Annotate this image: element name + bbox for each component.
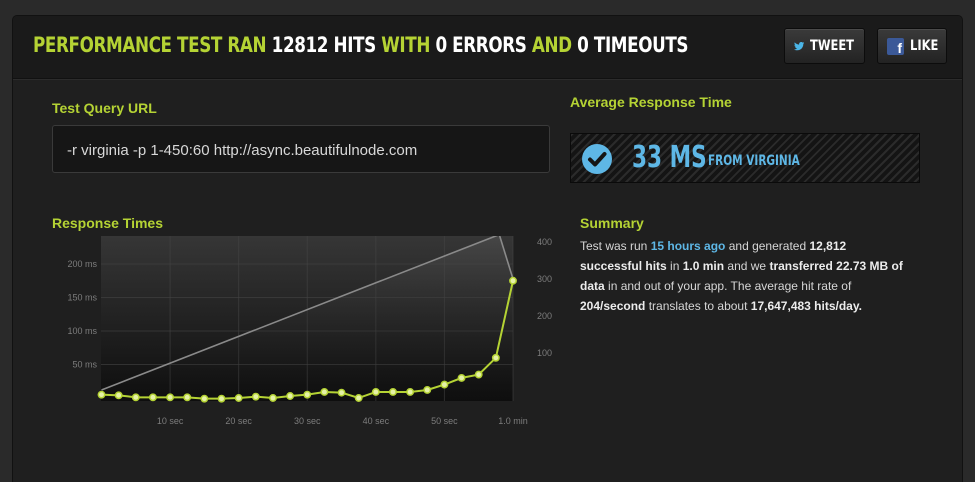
summary-title: Summary: [580, 215, 644, 231]
data-point: [354, 394, 363, 402]
response-times-chart: 50 ms100 ms150 ms200 ms250 ms10 sec20 se…: [67, 236, 552, 426]
data-point: [286, 392, 295, 400]
query-url-field[interactable]: -r virginia -p 1-450:60 http://async.bea…: [52, 125, 550, 173]
response-times-title: Response Times: [52, 215, 164, 231]
headline: PERFORMANCE TEST RAN 12812 HITS WITH 0 E…: [33, 33, 688, 57]
data-point: [337, 388, 346, 397]
average-value: 33 MS: [632, 140, 707, 175]
data-point: [114, 391, 123, 400]
x-tick-label: 1.0 min: [498, 416, 528, 426]
data-point: [97, 390, 106, 399]
data-point: [389, 388, 397, 396]
query-url-value: -r virginia -p 1-450:60 http://async.bea…: [67, 142, 418, 159]
data-point: [423, 386, 432, 394]
x-tick-label: 10 sec: [157, 416, 184, 426]
data-point: [131, 393, 140, 402]
y-tick-label-right: 100: [537, 348, 552, 358]
y-tick-label-left: 200 ms: [67, 259, 97, 269]
summary-part: 204/second: [580, 299, 646, 313]
summary-part: Test was run: [580, 239, 651, 253]
y-tick-label-left: 50 ms: [72, 360, 97, 370]
twitter-bird-icon: [794, 41, 805, 51]
summary-part: in: [666, 259, 683, 273]
data-point: [320, 388, 329, 396]
facebook-icon: f: [887, 37, 904, 55]
data-point: [269, 394, 277, 402]
data-point: [251, 392, 260, 401]
data-point: [166, 393, 175, 402]
data-point: [406, 388, 415, 396]
data-point: [491, 353, 500, 362]
average-response-box: 33 MS FROM VIRGINIA: [570, 133, 920, 183]
headline-part: 0 ERRORS: [435, 33, 532, 57]
data-point: [217, 394, 226, 403]
summary-part: in and out of your app. The average hit …: [604, 279, 852, 293]
x-tick-label: 20 sec: [225, 416, 252, 426]
results-header: PERFORMANCE TEST RAN 12812 HITS WITH 0 E…: [13, 16, 962, 79]
y-tick-label-right: 300: [537, 274, 552, 284]
summary-part: 17,647,483 hits/day.: [750, 299, 862, 313]
average-location: FROM VIRGINIA: [708, 153, 800, 169]
data-point: [440, 380, 449, 389]
data-point: [234, 394, 243, 402]
data-point: [148, 393, 157, 402]
x-tick-label: 50 sec: [431, 416, 458, 426]
summary-part: 15 hours ago: [650, 239, 726, 253]
query-title: Test Query URL: [52, 100, 157, 116]
y-tick-label-left: 150 ms: [67, 293, 97, 303]
data-point: [509, 276, 517, 285]
average-title: Average Response Time: [570, 94, 732, 110]
data-point: [200, 394, 209, 403]
data-point: [474, 370, 483, 379]
summary-part: 1.0 min: [682, 259, 725, 273]
y-tick-label-left: 100 ms: [67, 326, 97, 336]
summary-part: and we: [724, 259, 770, 273]
data-point: [457, 373, 466, 382]
summary-part: translates to about: [645, 299, 751, 313]
headline-part: 0 TIMEOUTS: [577, 33, 689, 57]
x-tick-label: 30 sec: [294, 416, 321, 426]
data-point: [183, 393, 192, 402]
like-button[interactable]: f LIKE: [877, 28, 947, 64]
headline-part: 12812 HITS: [271, 33, 382, 57]
headline-part: AND: [531, 33, 578, 57]
tweet-label: TWEET: [810, 38, 855, 54]
data-point: [371, 388, 380, 396]
headline-part: WITH: [381, 33, 436, 57]
results-panel: PERFORMANCE TEST RAN 12812 HITS WITH 0 E…: [13, 16, 962, 482]
y-tick-label-right: 400: [537, 237, 552, 247]
data-point: [303, 390, 312, 399]
y-tick-label-right: 200: [537, 311, 552, 321]
x-tick-label: 40 sec: [363, 416, 390, 426]
headline-part: PERFORMANCE TEST RAN: [33, 33, 272, 57]
checkmark-icon: [582, 144, 612, 174]
summary-text: Test was run 15 hours ago and generated …: [580, 236, 910, 316]
like-label: LIKE: [910, 38, 939, 54]
summary-part: and generated: [725, 239, 810, 253]
tweet-button[interactable]: TWEET: [784, 28, 865, 64]
